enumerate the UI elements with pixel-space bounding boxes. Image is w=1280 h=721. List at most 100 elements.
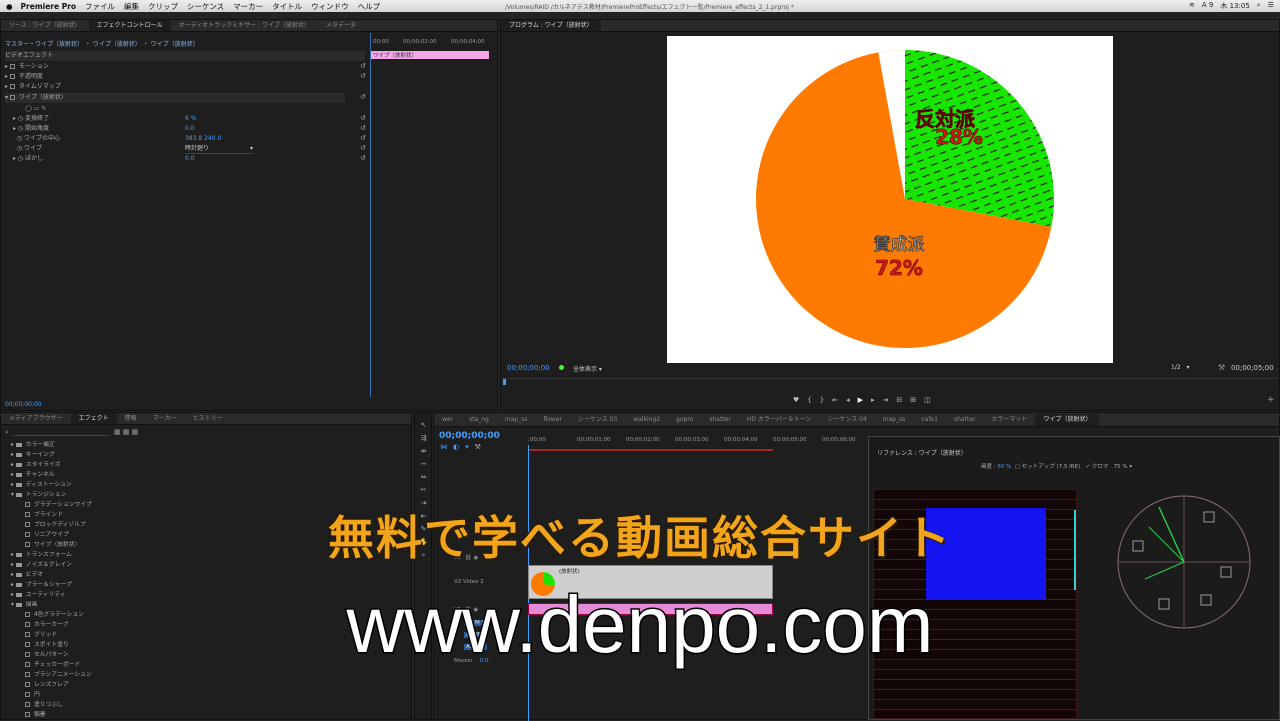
linked-icon[interactable]: ◐ xyxy=(453,443,459,451)
extract-icon[interactable]: ⊞ xyxy=(910,396,916,404)
seq-tab[interactable]: flower xyxy=(535,414,570,426)
effect-folder[interactable]: ▸ ディストーション xyxy=(11,480,72,490)
export-frame-icon[interactable]: ◫ xyxy=(924,396,931,404)
param-completion-value[interactable]: 6 % xyxy=(185,114,196,124)
reset-icon[interactable]: ↺ xyxy=(360,134,366,142)
program-timecode-left[interactable]: 00;00;00;00 xyxy=(507,364,550,372)
tab-program[interactable]: プログラム : ワイプ（放射状） xyxy=(501,20,601,31)
seq-tab[interactable]: カラーマット xyxy=(983,414,1035,426)
tab-history[interactable]: ヒストリー xyxy=(185,413,231,424)
level-dropdown[interactable]: 75 % xyxy=(1114,464,1128,470)
param-completion[interactable]: ▸ ◷ 変換終了 xyxy=(13,114,49,124)
mark-out-icon[interactable]: } xyxy=(820,396,824,404)
effects-search-input[interactable] xyxy=(13,428,109,436)
master-clip-label[interactable]: マスター・ワイプ（放射状） ・ ワイプ（放射状） ・ ワイプ（放射状） xyxy=(5,40,199,50)
tab-info[interactable]: 情報 xyxy=(117,413,145,424)
tab-source[interactable]: ソース : ワイプ（放射状） xyxy=(1,20,89,31)
seq-tab[interactable]: cafe1 xyxy=(913,414,946,426)
effect-folder[interactable]: ▾ トランジション xyxy=(11,490,66,500)
add-marker-icon[interactable]: ♥ xyxy=(793,396,799,404)
reset-icon[interactable]: ↺ xyxy=(360,154,366,162)
seq-tab[interactable]: shatter xyxy=(946,414,983,426)
effect-item[interactable]: レンズフレア xyxy=(25,680,69,690)
effect-opacity[interactable]: ▸ 不透明度 xyxy=(5,72,43,82)
tab-media-browser[interactable]: メディアブラウザー xyxy=(1,413,71,424)
wifi-icon[interactable]: ≋ xyxy=(1189,1,1195,11)
seq-tab[interactable]: シーケンス 03 xyxy=(570,414,625,426)
mark-in-icon[interactable]: { xyxy=(807,396,811,404)
zoom-value[interactable]: 50 % xyxy=(997,464,1011,470)
seq-tab[interactable]: wer xyxy=(434,414,461,426)
mask-tools[interactable]: ◯ ▭ ✎ xyxy=(25,104,46,114)
param-wipe-center[interactable]: ◷ ワイプの中心 xyxy=(13,134,60,144)
tab-audio-mixer[interactable]: オーディオトラックミキサー : ワイプ（放射状） xyxy=(171,20,318,31)
playhead-icon[interactable] xyxy=(503,379,506,385)
menu-window[interactable]: ウィンドウ xyxy=(311,1,349,12)
param-start-angle[interactable]: ▸ ◷ 開始角度 xyxy=(13,124,49,134)
selection-tool-icon[interactable]: ↖ xyxy=(419,421,428,429)
snap-icon[interactable]: ⋈ xyxy=(440,443,447,451)
clock[interactable]: 木 13:05 xyxy=(1220,1,1249,11)
rolling-tool-icon[interactable]: ⇿ xyxy=(419,460,428,468)
menu-edit[interactable]: 編集 xyxy=(124,1,139,12)
settings-icon[interactable]: ⚒ xyxy=(475,443,481,451)
menu-sequence[interactable]: シーケンス xyxy=(187,1,224,12)
menu-file[interactable]: ファイル xyxy=(85,1,115,12)
seq-tab[interactable]: map_ss xyxy=(497,414,536,426)
seq-tab[interactable]: HD カラーバー＆トーン xyxy=(739,414,820,426)
step-back-icon[interactable]: ◂ xyxy=(846,396,850,404)
param-wipe-center-value[interactable]: 383.8 240.0 xyxy=(185,134,221,144)
razor-tool-icon[interactable]: ✂ xyxy=(419,486,428,494)
param-feather[interactable]: ▸ ◷ ぼかし xyxy=(13,154,43,164)
tab-markers[interactable]: マーカー xyxy=(145,413,185,424)
effect-timecode[interactable]: 00;00;00;00 xyxy=(5,401,42,408)
param-wipe-dropdown[interactable]: 時計廻り ▾ xyxy=(185,144,253,154)
effect-folder[interactable]: ▸ スタイライズ xyxy=(11,460,60,470)
effect-item[interactable]: 稲妻 xyxy=(25,710,46,720)
effect-item[interactable]: 円 xyxy=(25,690,40,700)
tab-metadata[interactable]: メタデータ xyxy=(318,20,364,31)
setup-checkbox[interactable]: セットアップ (7.5 IRE) xyxy=(1022,464,1080,470)
play-icon[interactable]: ▶ xyxy=(858,396,863,404)
lift-icon[interactable]: ⊟ xyxy=(896,396,902,404)
effect-motion[interactable]: ▸ モーション xyxy=(5,62,49,72)
effect-item[interactable]: 塗りつぶし xyxy=(25,700,63,710)
effect-radial-wipe[interactable]: ▾ ワイプ（放射状） xyxy=(5,93,345,103)
go-to-in-icon[interactable]: ⇤ xyxy=(832,396,838,404)
ripple-tool-icon[interactable]: ⇹ xyxy=(419,447,428,455)
reset-icon[interactable]: ↺ xyxy=(360,72,366,80)
wrench-icon[interactable]: ⚒ xyxy=(1218,363,1225,372)
seq-tab[interactable]: walking2 xyxy=(625,414,668,426)
seq-tab[interactable]: gopro xyxy=(668,414,701,426)
scrub-bar[interactable] xyxy=(503,378,1278,385)
effect-folder[interactable]: ▸ キーイング xyxy=(11,450,55,460)
track-select-tool-icon[interactable]: ⇶ xyxy=(419,434,428,442)
reset-icon[interactable]: ↺ xyxy=(360,144,366,152)
input-indicator[interactable]: A 9 xyxy=(1202,1,1213,11)
seq-tab[interactable]: shatter xyxy=(701,414,738,426)
fit-dropdown[interactable]: 全体表示 ▾ xyxy=(573,364,602,373)
seq-tab[interactable]: sta_ng xyxy=(461,414,497,426)
tab-effects[interactable]: エフェクト xyxy=(70,413,117,424)
param-feather-value[interactable]: 0.0 xyxy=(185,154,195,164)
scale-dropdown[interactable]: 1/2 ▾ xyxy=(1171,364,1189,371)
tab-effect-controls[interactable]: エフェクトコントロール xyxy=(88,20,171,31)
param-wipe[interactable]: ◷ ワイプ xyxy=(13,144,42,154)
seq-tab[interactable]: map_ss xyxy=(875,414,914,426)
program-timecode-right[interactable]: 00;00;05;00 xyxy=(1231,364,1274,372)
reset-icon[interactable]: ↺ xyxy=(360,93,366,101)
seq-tab-active[interactable]: ワイプ（放射状） xyxy=(1035,413,1100,426)
chroma-checkbox[interactable]: ✓ クロマ xyxy=(1086,464,1109,470)
search-icon[interactable]: ⌕ xyxy=(5,428,9,437)
go-to-out-icon[interactable]: ⇥ xyxy=(883,396,889,404)
menu-clip[interactable]: クリップ xyxy=(148,1,178,12)
work-area-bar[interactable] xyxy=(528,449,773,451)
param-start-angle-value[interactable]: 0.0 xyxy=(185,124,195,134)
step-forward-icon[interactable]: ▸ xyxy=(871,396,875,404)
reference-title[interactable]: リファレンス : ワイプ（放射状） xyxy=(877,448,967,457)
menu-title[interactable]: タイトル xyxy=(272,1,302,12)
reset-icon[interactable]: ↺ xyxy=(360,62,366,70)
rate-stretch-icon[interactable]: ⇔ xyxy=(419,473,428,481)
marker-icon[interactable]: ▾ xyxy=(465,443,469,451)
menu-app[interactable]: Premiere Pro xyxy=(21,2,77,11)
